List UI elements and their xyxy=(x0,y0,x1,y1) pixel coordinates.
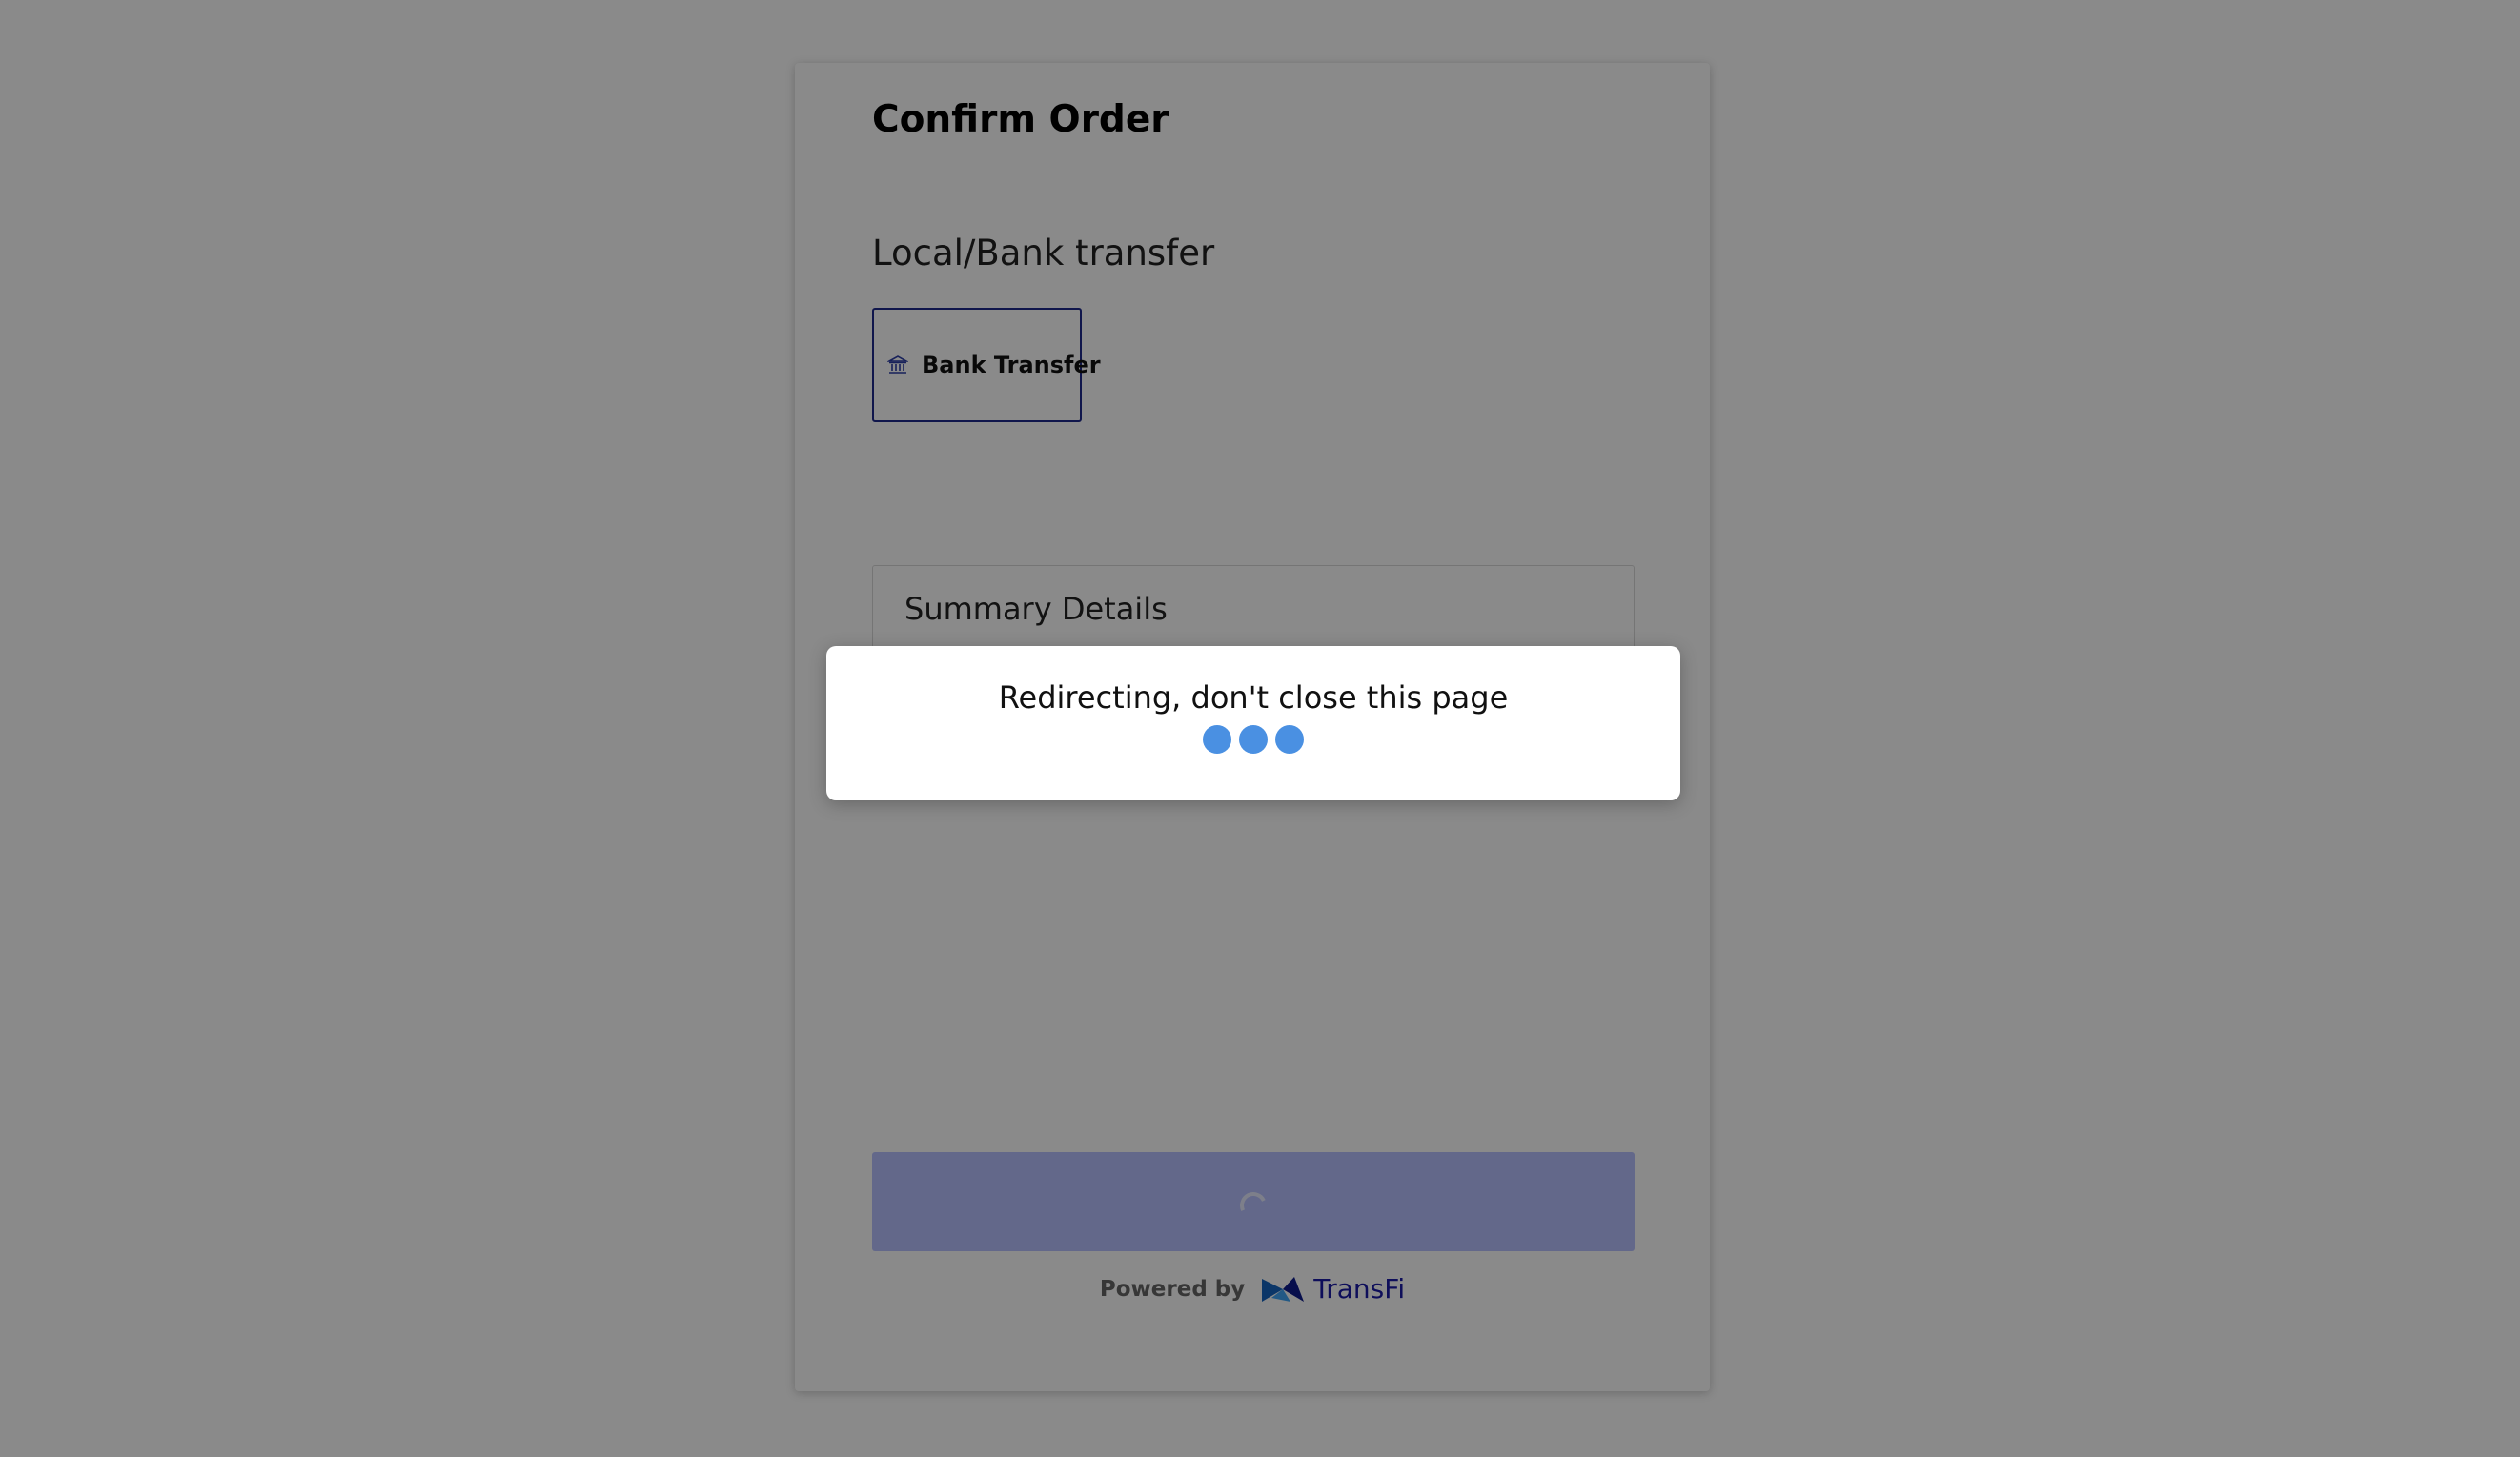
redirect-message: Redirecting, don't close this page xyxy=(998,679,1509,716)
loading-dot xyxy=(1203,725,1231,754)
loading-dot xyxy=(1275,725,1304,754)
loading-dot xyxy=(1239,725,1268,754)
redirect-modal: Redirecting, don't close this page xyxy=(826,646,1680,800)
loading-dots xyxy=(1199,725,1308,754)
